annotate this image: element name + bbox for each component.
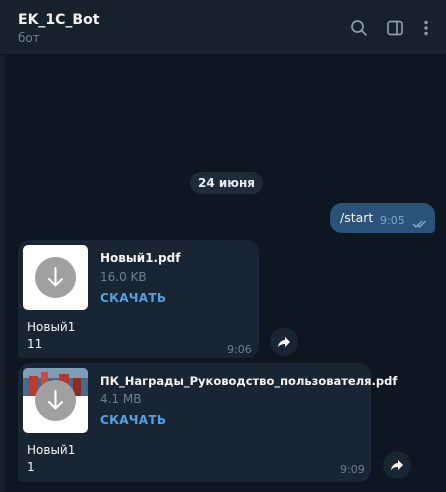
download-icon[interactable] xyxy=(35,257,76,298)
search-icon[interactable] xyxy=(349,18,369,38)
caption-line: Новый1 xyxy=(27,320,76,334)
message-caption: Новый1 11 xyxy=(27,319,75,353)
chat-header: EK_1C_Bot бот xyxy=(0,0,446,55)
file-size: 4.1 MB xyxy=(100,392,142,406)
file-thumbnail[interactable] xyxy=(23,368,88,433)
forward-button[interactable] xyxy=(270,328,298,356)
file-name: Новый1.pdf xyxy=(100,251,181,265)
caption-line: Новый1 xyxy=(27,443,76,457)
message-time: 9:06 xyxy=(227,343,252,356)
caption-line: 11 xyxy=(27,337,43,351)
file-name: ПК_Награды_Руководство_пользователя.pdf xyxy=(100,374,398,388)
file-size: 16.0 KB xyxy=(100,270,147,284)
forward-icon xyxy=(278,337,290,348)
chat-subtitle: бот xyxy=(18,31,40,45)
download-icon[interactable] xyxy=(35,380,76,421)
forward-icon xyxy=(391,460,403,471)
chat-title[interactable]: EK_1C_Bot xyxy=(18,12,99,28)
message-time: 9:09 xyxy=(340,463,365,476)
file-message[interactable]: ПК_Награды_Руководство_пользователя.pdf … xyxy=(18,363,397,482)
message-time: 9:05 xyxy=(380,214,405,227)
sidebar-toggle-icon[interactable] xyxy=(385,18,405,38)
message-caption: Новый1 1 xyxy=(27,442,75,476)
file-thumbnail[interactable] xyxy=(23,245,88,310)
read-checkmarks-icon xyxy=(412,214,428,233)
download-link[interactable]: СКАЧАТЬ xyxy=(100,413,166,427)
caption-line: 1 xyxy=(27,460,35,474)
left-panel-edge xyxy=(0,55,5,492)
forward-button[interactable] xyxy=(383,451,411,479)
outgoing-message[interactable]: /start 9:05 xyxy=(330,203,435,233)
file-message[interactable]: Новый1.pdf 16.0 KB СКАЧАТЬ Новый1 11 9:0… xyxy=(18,240,259,358)
download-link[interactable]: СКАЧАТЬ xyxy=(100,291,166,305)
message-text: /start xyxy=(340,210,374,225)
date-separator: 24 июня xyxy=(190,172,263,194)
more-vert-icon[interactable] xyxy=(416,18,436,38)
